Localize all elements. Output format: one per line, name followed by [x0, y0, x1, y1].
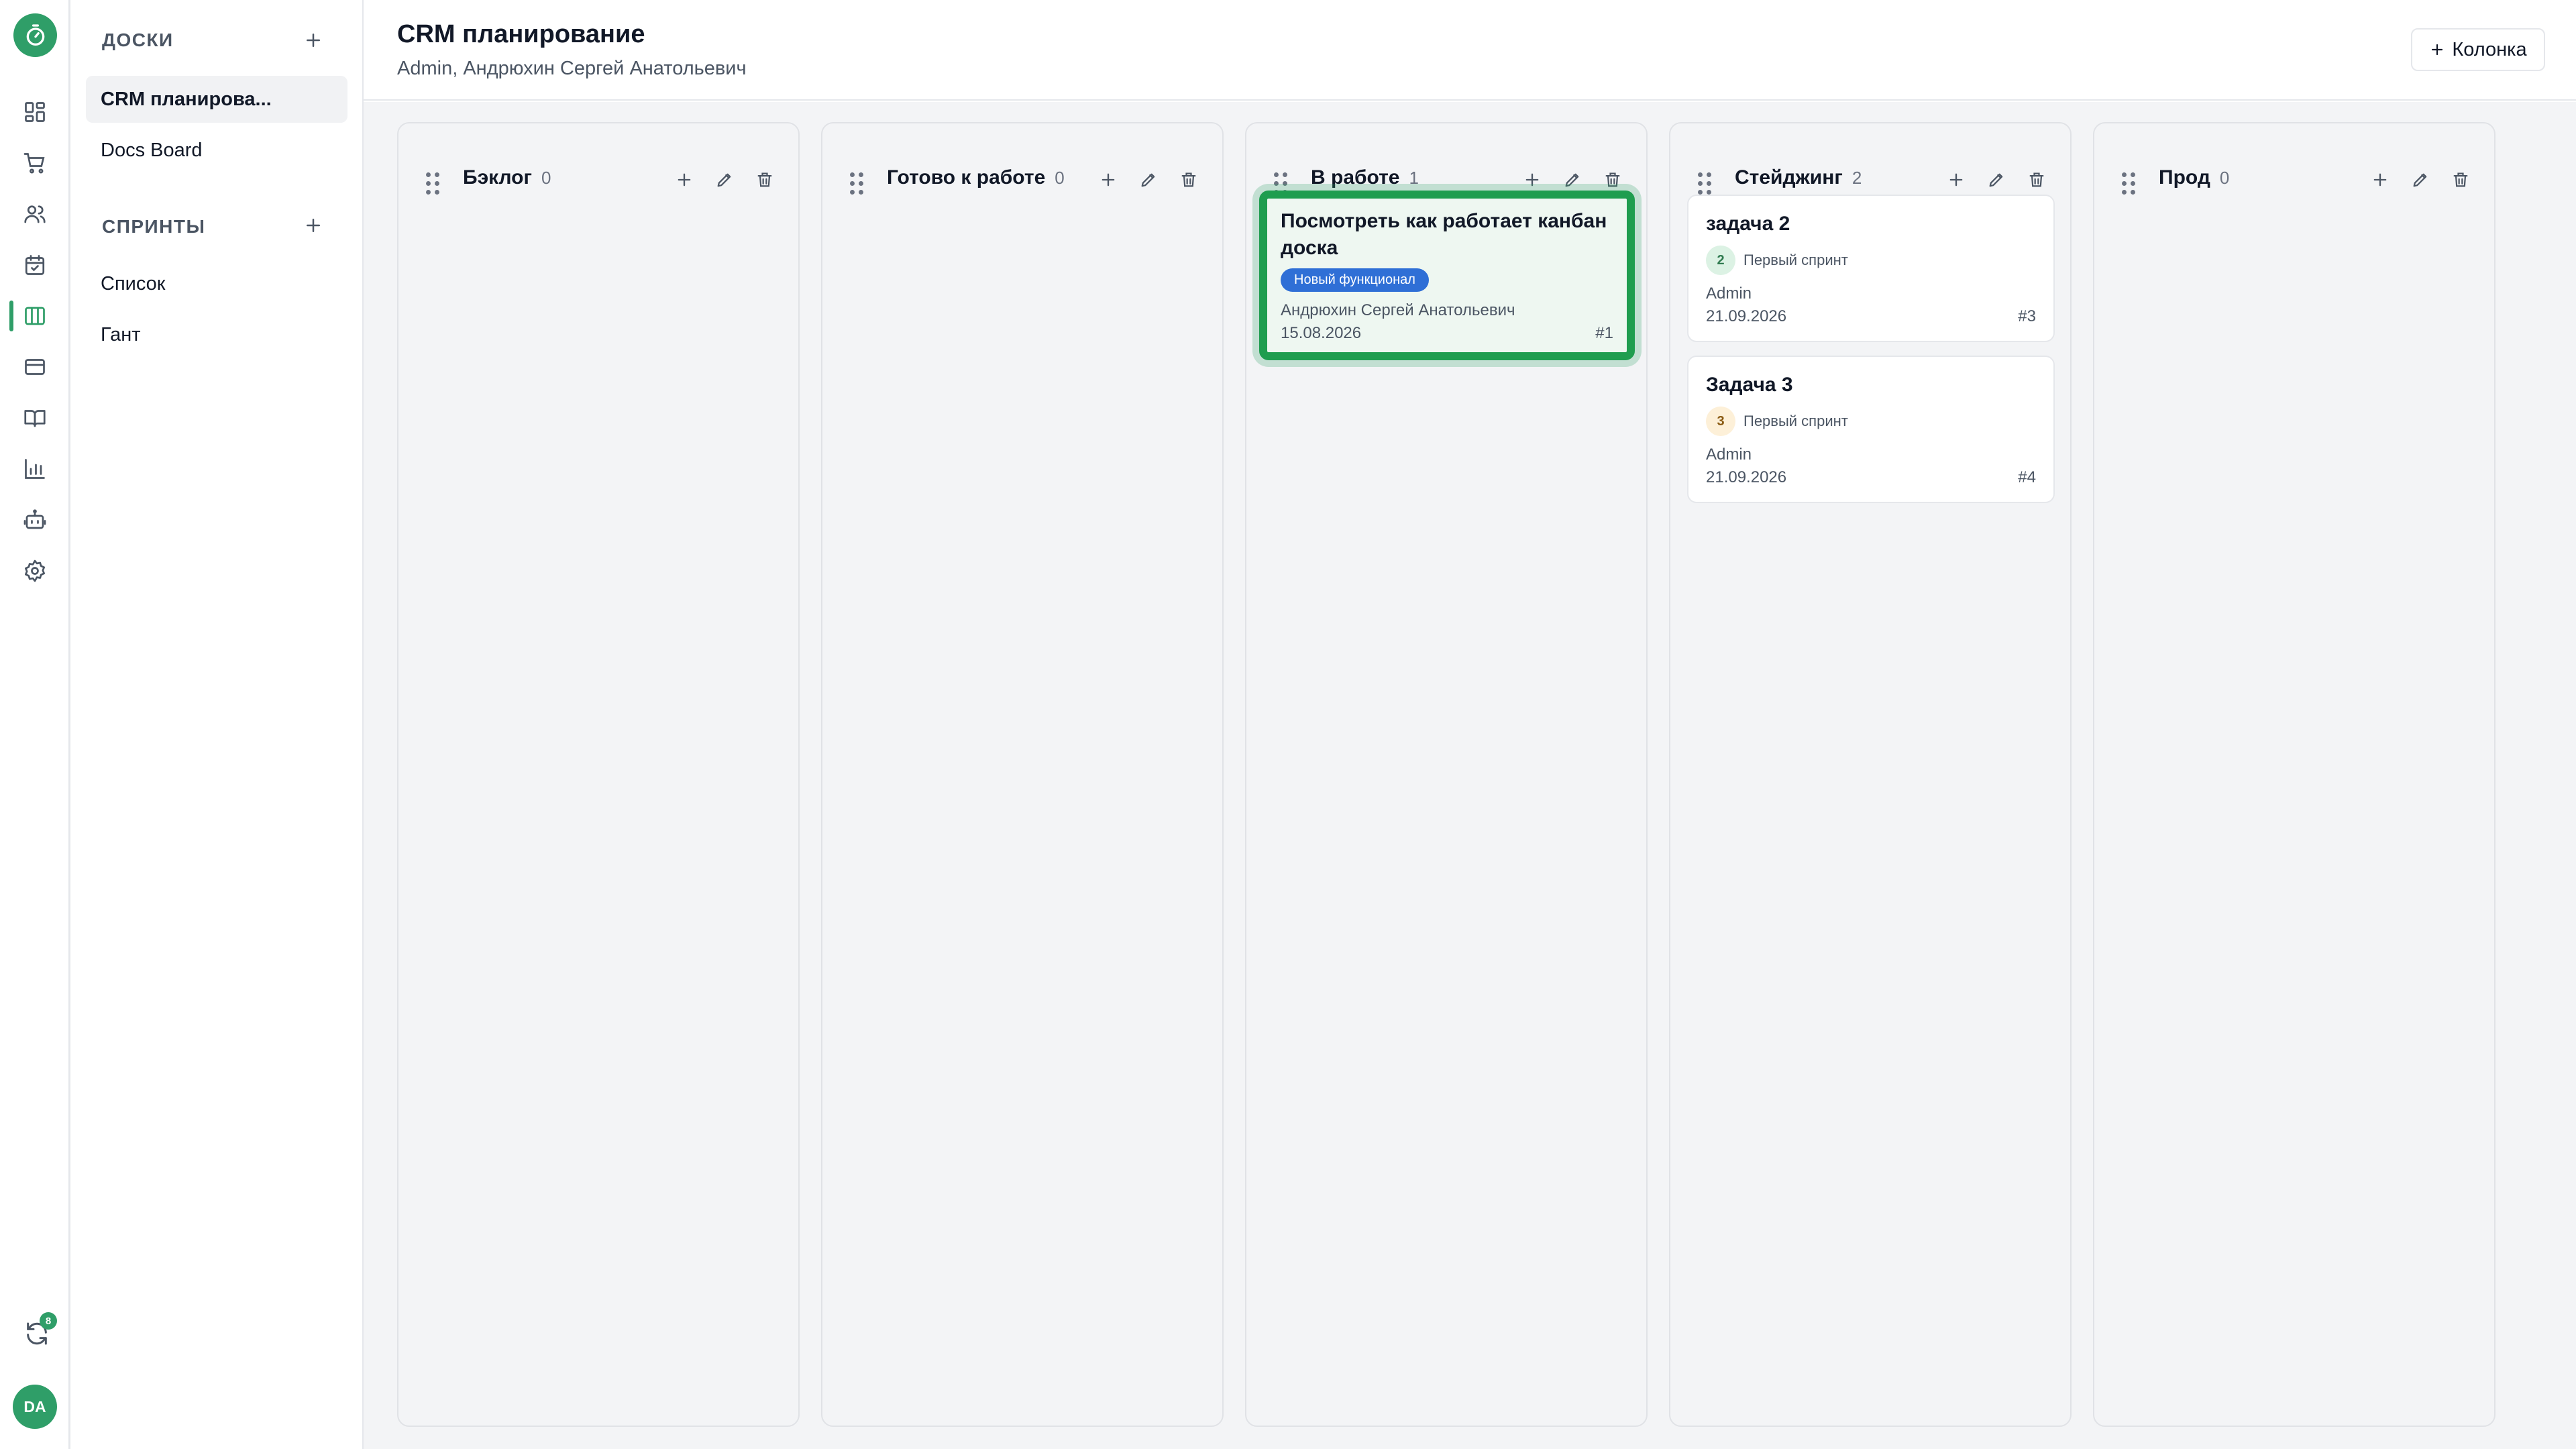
page-title: CRM планирование [397, 20, 645, 48]
bot-icon[interactable] [18, 503, 52, 537]
plus-icon [2432, 44, 2443, 56]
add-card-button[interactable] [669, 165, 699, 195]
users-icon[interactable] [18, 197, 52, 231]
boards-section-title: ДОСКИ [102, 30, 174, 50]
sidebar-board-docs[interactable]: Docs Board [86, 127, 347, 174]
task-card[interactable]: Задача 3 3 Первый спринт Admin 21.09.202… [1687, 356, 2055, 503]
cart-icon[interactable] [18, 146, 52, 180]
column-title: Готово к работе 0 [887, 166, 1065, 189]
add-board-button[interactable] [299, 25, 328, 55]
task-title: Задача 3 [1706, 374, 1793, 396]
column-header: Бэклог 0 [398, 123, 798, 197]
settings-gear-icon[interactable] [18, 554, 52, 588]
user-avatar[interactable]: DA [13, 1385, 57, 1429]
delete-column-button[interactable] [750, 165, 780, 195]
sprint-number-badge: 3 [1706, 407, 1735, 436]
column-count: 0 [541, 168, 551, 188]
task-title: Посмотреть как работает канбан доска [1281, 210, 1607, 259]
active-indicator [9, 301, 13, 331]
delete-column-button[interactable] [2446, 165, 2475, 195]
board-header: CRM планирование Admin, Андрюхин Сергей … [364, 0, 2576, 101]
edit-column-button[interactable] [710, 165, 739, 195]
task-title: задача 2 [1706, 213, 1790, 235]
add-card-button[interactable] [1093, 165, 1123, 195]
sync-icon[interactable]: 8 [18, 1312, 57, 1352]
task-card[interactable]: задача 2 2 Первый спринт Admin 21.09.202… [1687, 195, 2055, 342]
column-count: 0 [2219, 168, 2230, 188]
edit-column-button[interactable] [1134, 165, 1163, 195]
card-list: Посмотреть как работает канбан доска Нов… [1259, 191, 1635, 374]
drag-handle-icon[interactable] [1272, 170, 1289, 195]
column-title: Стейджинг 2 [1735, 166, 1862, 189]
column-header: Прод 0 [2094, 123, 2494, 197]
board-members: Admin, Андрюхин Сергей Анатольевич [397, 58, 747, 79]
column-count: 0 [1055, 168, 1065, 188]
book-icon[interactable] [18, 401, 52, 435]
dashboard-icon[interactable] [18, 95, 52, 129]
kanban-board: Бэклог 0 Готово к работе 0 В работе 1 По… [364, 102, 2576, 1449]
sync-count-badge: 8 [40, 1312, 57, 1330]
app-logo-icon[interactable] [13, 13, 57, 57]
sidebar-view-list[interactable]: Список [86, 260, 347, 307]
task-date: 21.09.2026 [1706, 307, 1787, 325]
column-count: 1 [1409, 168, 1419, 188]
add-card-button[interactable] [2365, 165, 2395, 195]
sprint-label: Первый спринт [1743, 413, 1848, 429]
drag-handle-icon[interactable] [1696, 170, 1713, 195]
column-title: Прод 0 [2159, 166, 2230, 189]
column-header: Готово к работе 0 [822, 123, 1222, 197]
task-id: #4 [2018, 468, 2036, 486]
column-header: В работе 1 [1246, 123, 1646, 197]
drag-handle-icon[interactable] [424, 170, 441, 195]
drag-handle-icon[interactable] [848, 170, 865, 195]
delete-column-button[interactable] [1174, 165, 1203, 195]
edit-column-button[interactable] [2406, 165, 2435, 195]
kanban-column: Прод 0 [2093, 122, 2496, 1427]
task-tag: Новый функционал [1281, 268, 1429, 292]
sidebar-board-crm[interactable]: CRM планирова... [86, 76, 347, 123]
task-date: 15.08.2026 [1281, 324, 1362, 342]
add-column-label: Колонка [2452, 38, 2527, 60]
card-list: задача 2 2 Первый спринт Admin 21.09.202… [1687, 195, 2055, 517]
bar-chart-icon[interactable] [18, 452, 52, 486]
kanban-column: Бэклог 0 [397, 122, 800, 1427]
column-title: Бэклог 0 [463, 166, 551, 189]
sprints-section-title: СПРИНТЫ [102, 216, 206, 237]
kanban-column: Готово к работе 0 [821, 122, 1224, 1427]
icon-rail: 8 DA [0, 0, 70, 1449]
delete-column-button[interactable] [2022, 165, 2051, 195]
task-assignee: Admin [1706, 445, 1752, 464]
add-card-button[interactable] [1941, 165, 1971, 195]
boards-sidebar: ДОСКИ CRM планирова... Docs Board СПРИНТ… [70, 0, 364, 1449]
kanban-column: Стейджинг 2 задача 2 2 Первый спринт Admi… [1669, 122, 2072, 1427]
drag-handle-icon[interactable] [2120, 170, 2137, 195]
card-icon[interactable] [18, 350, 52, 384]
task-date: 21.09.2026 [1706, 468, 1787, 486]
task-id: #3 [2018, 307, 2036, 325]
add-column-button[interactable]: Колонка [2411, 28, 2545, 71]
task-assignee: Андрюхин Сергей Анатольевич [1281, 301, 1515, 319]
kanban-column: В работе 1 Посмотреть как работает канбан… [1245, 122, 1648, 1427]
task-assignee: Admin [1706, 284, 1752, 303]
task-card[interactable]: Посмотреть как работает канбан доска Нов… [1259, 191, 1635, 360]
add-sprint-button[interactable] [299, 211, 328, 240]
column-count: 2 [1851, 168, 1862, 188]
sprint-label: Первый спринт [1743, 252, 1848, 268]
kanban-icon[interactable] [18, 299, 52, 333]
sprint-number-badge: 2 [1706, 246, 1735, 275]
calendar-icon[interactable] [18, 248, 52, 282]
edit-column-button[interactable] [1982, 165, 2011, 195]
task-id: #1 [1595, 324, 1613, 342]
column-title: В работе 1 [1311, 166, 1419, 189]
column-header: Стейджинг 2 [1670, 123, 2070, 197]
sidebar-view-gantt[interactable]: Гант [86, 311, 347, 358]
